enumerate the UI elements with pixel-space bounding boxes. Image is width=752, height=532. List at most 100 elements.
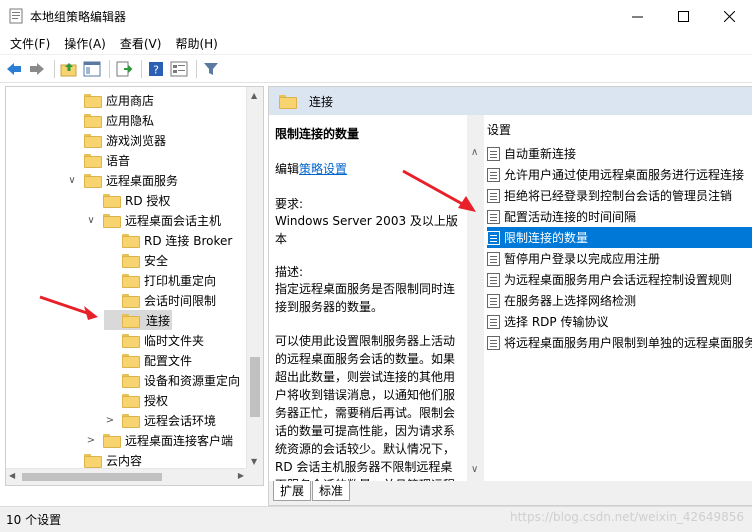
- filter-icon[interactable]: [201, 59, 221, 79]
- tree-item-label: 游戏浏览器: [106, 133, 167, 148]
- toolbar-separator: [196, 59, 197, 78]
- setting-label: 暂停用户登录以完成应用注册: [504, 252, 661, 266]
- tree-item[interactable]: > 远程会话环境: [104, 410, 216, 430]
- tree-item[interactable]: 授权: [104, 390, 168, 410]
- description-text: 指定远程桌面服务是否限制同时连接到服务器的数量。: [275, 282, 456, 314]
- tree-item[interactable]: 应用商店: [66, 90, 154, 110]
- tree-item-label: 应用商店: [106, 93, 155, 108]
- menu-view[interactable]: 查看(V): [113, 35, 169, 52]
- tree-item-label: 远程桌面服务: [106, 173, 179, 188]
- annotation-arrow-left: [39, 295, 98, 320]
- status-text: 10 个设置: [6, 513, 62, 527]
- tree-item[interactable]: ∨ 远程桌面会话主机: [85, 210, 221, 230]
- forward-icon[interactable]: [27, 59, 47, 79]
- details-pane: 连接 限制连接的数量 编辑策略设置 要求: Windows Server 200…: [268, 86, 752, 506]
- scroll-left-icon[interactable]: ◀: [9, 471, 15, 480]
- setting-row[interactable]: 拒绝将已经登录到控制台会话的管理员注销: [487, 185, 752, 206]
- back-icon[interactable]: [4, 59, 24, 79]
- menu-help[interactable]: 帮助(H): [168, 35, 224, 52]
- scroll-corner: [246, 468, 263, 485]
- tree-item-label: 应用隐私: [106, 113, 155, 128]
- setting-label: 在服务器上选择网络检测: [504, 294, 637, 308]
- edit-policy-link[interactable]: 策略设置: [299, 162, 347, 176]
- tree-item[interactable]: 安全: [104, 250, 168, 270]
- policy-setting-icon: [487, 335, 500, 350]
- settings-column-header[interactable]: 设置: [487, 121, 511, 138]
- scroll-down-icon[interactable]: ∨: [471, 464, 478, 475]
- folder-icon: [122, 314, 140, 328]
- setting-row[interactable]: 限制连接的数量: [487, 227, 752, 248]
- tree-item[interactable]: 会话时间限制: [104, 290, 216, 310]
- details-header: 连接: [269, 87, 752, 115]
- setting-label: 自动重新连接: [504, 147, 577, 161]
- folder-icon: [279, 95, 297, 109]
- tree-item[interactable]: 云内容: [66, 450, 142, 470]
- setting-row[interactable]: 在服务器上选择网络检测: [487, 290, 752, 311]
- tree-item-label: 远程桌面连接客户端: [125, 433, 234, 448]
- tree-item[interactable]: RD 连接 Broker: [104, 230, 232, 250]
- export-icon[interactable]: [114, 59, 134, 79]
- show-tree-icon[interactable]: [82, 59, 102, 79]
- tree-item[interactable]: 配置文件: [104, 350, 192, 370]
- tab-extended[interactable]: 扩展: [273, 481, 312, 501]
- folder-icon: [103, 194, 121, 208]
- minimize-button[interactable]: [614, 0, 660, 32]
- details-header-title: 连接: [309, 94, 334, 109]
- toolbar-separator: [54, 59, 55, 78]
- setting-row[interactable]: 自动重新连接: [487, 143, 752, 164]
- folder-icon: [122, 354, 140, 368]
- collapse-icon[interactable]: ∨: [66, 175, 78, 186]
- folder-icon: [103, 214, 121, 228]
- tree-item[interactable]: 语音: [66, 150, 130, 170]
- description-label: 描述:: [275, 265, 304, 279]
- tree-item[interactable]: 临时文件夹: [104, 330, 204, 350]
- tree-item[interactable]: ∨ 远程桌面服务: [66, 170, 178, 190]
- tree-item-label: 连接: [146, 313, 171, 328]
- scroll-up-icon[interactable]: ∧: [471, 147, 478, 158]
- scroll-right-icon[interactable]: ▶: [238, 471, 244, 480]
- help-icon[interactable]: ?: [146, 59, 166, 79]
- setting-row[interactable]: 配置活动连接的时间间隔: [487, 206, 752, 227]
- policy-setting-icon: [487, 293, 500, 308]
- tree-item[interactable]: > 远程桌面连接客户端: [85, 430, 233, 450]
- setting-row[interactable]: 暂停用户登录以完成应用注册: [487, 248, 752, 269]
- toolbar-separator: [141, 59, 142, 78]
- settings-list: ∧ ∨ 设置 自动重新连接允许用户通过使用远程桌面服务进行远程连接 拒绝将已经登录…: [467, 115, 752, 481]
- policy-setting-icon: [487, 188, 500, 203]
- tree-horizontal-scrollbar[interactable]: ◀ ▶: [6, 468, 247, 485]
- scroll-down-icon[interactable]: ▼: [251, 457, 257, 466]
- close-button[interactable]: [706, 0, 752, 32]
- view-tabs: 扩展 标准: [269, 481, 752, 505]
- maximize-button[interactable]: [660, 0, 706, 32]
- setting-row[interactable]: 允许用户通过使用远程桌面服务进行远程连接: [487, 164, 752, 185]
- menu-action[interactable]: 操作(A): [57, 35, 113, 52]
- expand-icon[interactable]: >: [85, 435, 97, 446]
- setting-label: 配置活动连接的时间间隔: [504, 210, 637, 224]
- up-folder-icon[interactable]: [59, 59, 79, 79]
- tree-vertical-scrollbar[interactable]: ▲ ▼: [246, 87, 263, 470]
- menu-file[interactable]: 文件(F): [3, 35, 57, 52]
- properties-icon[interactable]: [169, 59, 189, 79]
- tree-item[interactable]: 游戏浏览器: [66, 130, 166, 150]
- expand-icon[interactable]: >: [104, 415, 116, 426]
- setting-row[interactable]: 将远程桌面服务用户限制到单独的远程桌面服务会话: [487, 332, 752, 353]
- tree-item[interactable]: 设备和资源重定向: [104, 370, 240, 390]
- folder-icon: [122, 334, 140, 348]
- hscroll-thumb[interactable]: [22, 473, 162, 481]
- folder-icon: [84, 454, 102, 468]
- tree-item[interactable]: 连接: [104, 310, 173, 330]
- scroll-up-icon[interactable]: ▲: [251, 91, 257, 100]
- tab-standard[interactable]: 标准: [312, 481, 351, 501]
- tree-item-label: 打印机重定向: [144, 273, 217, 288]
- navigation-tree[interactable]: 应用商店应用隐私游戏浏览器语音 ∨ 远程桌面服务 RD 授权 ∨ 远程桌面会话主机 RD 连…: [5, 86, 264, 486]
- tree-item[interactable]: RD 授权: [85, 190, 170, 210]
- scrollbar-thumb[interactable]: [250, 357, 260, 417]
- tree-item[interactable]: 应用隐私: [66, 110, 154, 130]
- annotation-arrow-right: [402, 169, 476, 212]
- policy-setting-icon: [487, 251, 500, 266]
- collapse-icon[interactable]: ∨: [85, 215, 97, 226]
- setting-row[interactable]: 为远程桌面服务用户会话远程控制设置规则: [487, 269, 752, 290]
- tree-item[interactable]: 打印机重定向: [104, 270, 216, 290]
- tree-item-label: RD 授权: [125, 193, 171, 208]
- setting-row[interactable]: 选择 RDP 传输协议: [487, 311, 752, 332]
